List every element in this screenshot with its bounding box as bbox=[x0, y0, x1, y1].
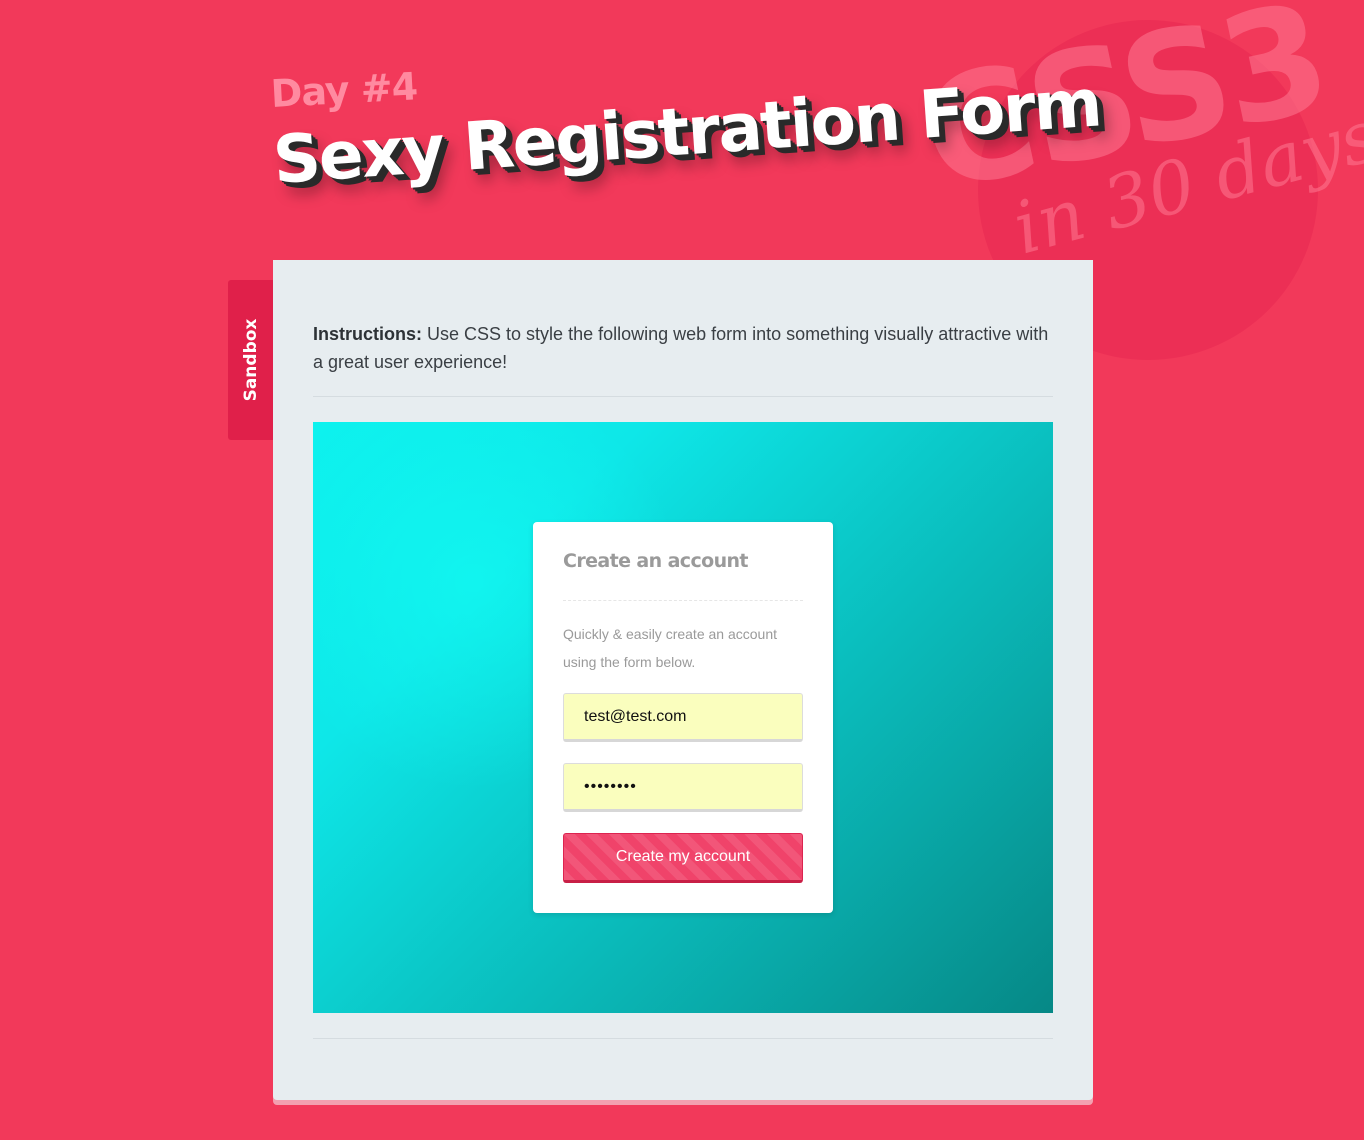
sandbox-tab[interactable]: Sandbox bbox=[228, 280, 273, 440]
instructions: Instructions: Use CSS to style the follo… bbox=[313, 320, 1058, 376]
day-label: Day #4 bbox=[269, 64, 419, 116]
sandbox-tab-label: Sandbox bbox=[240, 318, 261, 402]
form-title: Create an account bbox=[563, 550, 749, 572]
password-field[interactable] bbox=[563, 763, 803, 812]
registration-card: Create an account Quickly & easily creat… bbox=[533, 522, 833, 913]
sandbox-stage: Create an account Quickly & easily creat… bbox=[313, 422, 1053, 1013]
form-title-divider bbox=[563, 600, 803, 601]
email-field[interactable] bbox=[563, 693, 803, 742]
form-description: Quickly & easily create an account using… bbox=[563, 626, 777, 670]
content-panel: Instructions: Use CSS to style the follo… bbox=[273, 260, 1093, 1100]
divider-top bbox=[313, 396, 1053, 397]
create-account-button[interactable]: Create my account bbox=[563, 833, 803, 883]
divider-bottom bbox=[313, 1038, 1053, 1039]
instructions-text: Use CSS to style the following web form … bbox=[313, 324, 1049, 372]
instructions-label: Instructions: bbox=[313, 324, 423, 344]
